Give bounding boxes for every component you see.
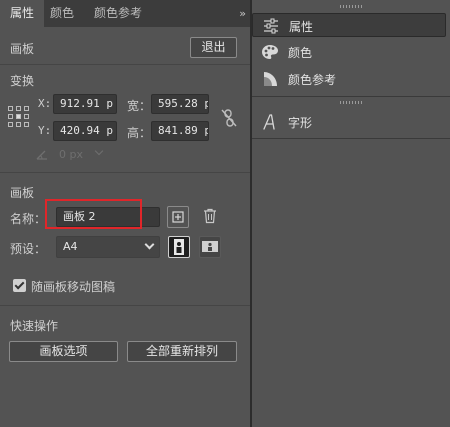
dock-item-label: 颜色 [288, 46, 313, 60]
dock-grip-handle[interactable] [340, 5, 362, 8]
panel-overflow-icon[interactable]: ›› [239, 0, 246, 27]
chevron-down-icon [144, 239, 155, 250]
divider [0, 172, 250, 173]
y-field[interactable]: 420.94 p [53, 121, 117, 141]
dock-item-properties[interactable]: 属性 [252, 13, 446, 37]
color-guide-icon [264, 72, 277, 86]
rotate-field: 0 px [59, 148, 83, 161]
trash-icon[interactable] [203, 208, 217, 224]
tab-properties[interactable]: 属性 [0, 0, 44, 27]
dock-item-color-guide[interactable]: 颜色参考 [252, 67, 446, 91]
name-label: 名称： [10, 212, 47, 226]
dock-item-glyphs[interactable]: 字形 [252, 110, 446, 134]
properties-panel: 属性 颜色 颜色参考 ›› 画板 退出 变换 X: 912.91 p 宽： 59… [0, 0, 250, 427]
preset-select[interactable]: A4 [56, 236, 160, 258]
artboard-section-heading: 画板 [10, 186, 35, 200]
rotate-icon [36, 150, 47, 160]
divider [0, 64, 250, 65]
landscape-icon [202, 241, 218, 252]
color-palette-icon [262, 45, 278, 59]
rotate-dropdown-icon [94, 146, 104, 156]
x-field[interactable]: 912.91 p [53, 94, 117, 114]
move-artwork-checkbox[interactable] [13, 279, 26, 292]
highlight-box [45, 199, 142, 229]
add-artboard-icon [172, 211, 184, 223]
glyphs-icon [263, 114, 275, 130]
new-artboard-button[interactable] [167, 206, 189, 228]
rearrange-all-button[interactable]: 全部重新排列 [127, 341, 237, 362]
width-label: 宽： [127, 99, 152, 113]
dock-item-label: 颜色参考 [288, 73, 337, 87]
tab-color-guide[interactable]: 颜色参考 [94, 0, 154, 27]
quick-actions-heading: 快速操作 [10, 319, 59, 333]
y-label: Y: [38, 124, 52, 137]
x-label: X: [38, 97, 52, 110]
artboard-options-button[interactable]: 画板选项 [9, 341, 118, 362]
exit-button[interactable]: 退出 [190, 37, 237, 58]
collapsed-panels-dock: 属性 颜色 颜色参考 字形 [252, 0, 450, 427]
dock-item-label: 属性 [289, 20, 314, 34]
dock-divider [252, 138, 450, 139]
constrain-proportions-icon[interactable] [220, 108, 238, 128]
width-field[interactable]: 595.28 p [151, 94, 209, 114]
preset-label: 预设： [10, 242, 47, 256]
artboard-heading: 画板 [10, 42, 35, 56]
panel-tab-bar: 属性 颜色 颜色参考 ›› [0, 0, 250, 27]
properties-icon [264, 18, 278, 34]
portrait-icon [174, 239, 184, 255]
dock-item-label: 字形 [288, 116, 313, 130]
landscape-orientation-button[interactable] [199, 236, 221, 258]
transform-heading: 变换 [10, 74, 35, 88]
reference-point-icon[interactable] [8, 106, 29, 127]
dock-divider [252, 96, 450, 97]
tab-color[interactable]: 颜色 [50, 0, 80, 27]
height-field[interactable]: 841.89 p [151, 121, 209, 141]
dock-item-color[interactable]: 颜色 [252, 40, 446, 64]
divider [0, 305, 250, 306]
height-label: 高： [127, 126, 152, 140]
preset-value: A4 [63, 240, 78, 253]
dock-grip-handle[interactable] [340, 101, 362, 104]
portrait-orientation-button[interactable] [168, 236, 190, 258]
move-artwork-label: 随画板移动图稿 [31, 280, 116, 294]
